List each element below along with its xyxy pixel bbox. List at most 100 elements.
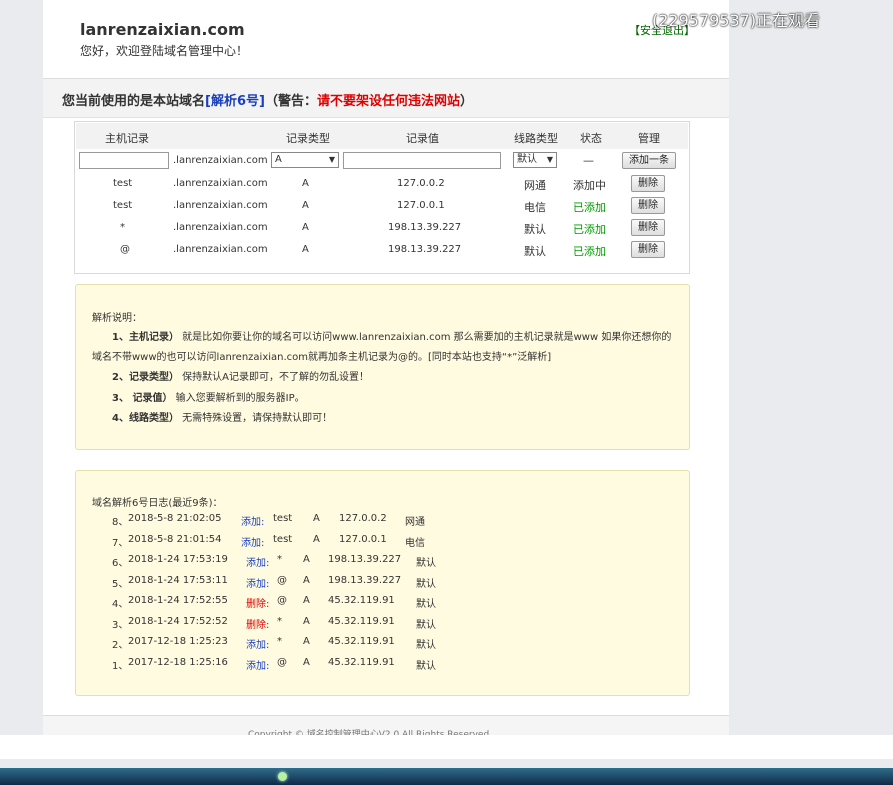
log-action: 添加: xyxy=(241,537,265,549)
log-index: 1、 xyxy=(112,660,129,672)
log-type: A xyxy=(303,636,310,647)
value-input[interactable] xyxy=(343,152,501,169)
header-manage: 管理 xyxy=(638,132,660,145)
help-item-1-cont: 域名不带www的也可以访问lanrenzaixian.com就再加条主机记录为@… xyxy=(92,352,552,363)
warning-open: （警告： xyxy=(264,94,317,109)
delete-button[interactable]: 删除 xyxy=(631,241,665,258)
delete-button[interactable]: 删除 xyxy=(631,219,665,236)
record-status: 已添加 xyxy=(573,223,606,236)
record-line: 电信 xyxy=(524,201,546,214)
record-host: @ xyxy=(120,244,130,255)
log-time: 2018-1-24 17:53:11 xyxy=(128,574,228,586)
help-title: 解析说明： xyxy=(92,313,142,324)
log-line: 网通 xyxy=(405,517,425,528)
log-type: A xyxy=(313,513,320,524)
log-time: 2017-12-18 1:25:23 xyxy=(128,636,228,647)
log-type: A xyxy=(313,533,320,545)
log-line: 默认 xyxy=(416,578,436,590)
log-index: 6、 xyxy=(112,558,129,569)
log-title: 域名解析6号日志(最近9条)： xyxy=(92,498,223,509)
log-line: 默认 xyxy=(416,619,436,631)
log-line: 默认 xyxy=(416,599,436,610)
header-value: 记录值 xyxy=(406,132,439,145)
delete-button[interactable]: 删除 xyxy=(631,197,665,214)
log-index: 3、 xyxy=(112,619,129,631)
log-line: 电信 xyxy=(405,537,425,549)
log-index: 7、 xyxy=(112,537,129,549)
help-item-1-label: 1、主机记录） xyxy=(112,332,179,343)
delete-button[interactable]: 删除 xyxy=(631,175,665,192)
log-action: 添加: xyxy=(246,660,270,672)
log-host: @ xyxy=(277,656,287,668)
help-item-4: 4、线路类型） 无需特殊设置，请保持默认即可！ xyxy=(112,409,332,424)
host-input[interactable] xyxy=(79,152,169,169)
log-host: @ xyxy=(277,574,287,586)
log-value: 127.0.0.1 xyxy=(339,533,387,545)
log-entry: 8、 2018-5-8 21:02:05 添加: test A 127.0.0.2 网通 xyxy=(76,513,689,529)
log-time: 2017-12-18 1:25:16 xyxy=(128,656,228,668)
record-line: 网通 xyxy=(524,179,546,192)
log-line: 默认 xyxy=(416,660,436,672)
type-select[interactable]: A ▼ xyxy=(271,152,339,168)
record-value: 127.0.0.1 xyxy=(397,200,445,211)
record-status: 已添加 xyxy=(573,201,606,214)
help-item-1-text: 就是比如你要让你的域名可以访问www.lanrenzaixian.com 那么需… xyxy=(182,332,672,343)
add-record-button[interactable]: 添加一条 xyxy=(622,152,676,169)
log-host: * xyxy=(277,615,282,627)
header: lanrenzaixian.com 您好，欢迎登陆域名管理中心！ 【安全退出】 xyxy=(43,0,729,79)
header-status: 状态 xyxy=(580,132,602,145)
log-index: 2、 xyxy=(112,640,129,651)
log-entry: 5、 2018-1-24 17:53:11 添加: @ A 198.13.39.227 默认 xyxy=(76,575,689,591)
log-type: A xyxy=(303,615,310,627)
record-line: 默认 xyxy=(524,223,546,236)
domain-notice: 您当前使用的是本站域名[解析6号]（警告：请不要架设任何违法网站） xyxy=(62,90,473,109)
help-item-3: 3、 记录值） 输入您要解析到的服务器IP。 xyxy=(112,389,305,404)
log-value: 45.32.119.91 xyxy=(328,595,395,606)
form-suffix: .lanrenzaixian.com xyxy=(173,155,268,166)
log-time: 2018-1-24 17:52:52 xyxy=(128,615,228,627)
help-item-4-label: 4、线路类型） xyxy=(112,413,179,424)
record-type: A xyxy=(302,222,309,233)
help-panel: 解析说明： 1、主机记录） 就是比如你要让你的域名可以访问www.lanrenz… xyxy=(75,284,690,450)
log-time: 2018-5-8 21:02:05 xyxy=(128,513,222,524)
log-value: 45.32.119.91 xyxy=(328,615,395,627)
log-host: * xyxy=(277,554,282,565)
help-item-2: 2、记录类型） 保持默认A记录即可，不了解的勿乱设置！ xyxy=(112,368,369,383)
log-entry: 4、 2018-1-24 17:52:55 删除: @ A 45.32.119.91 默认 xyxy=(76,595,689,611)
warning-text: 请不要架设任何违法网站 xyxy=(316,94,460,109)
log-host: @ xyxy=(277,595,287,606)
record-type: A xyxy=(302,244,309,255)
log-action: 添加: xyxy=(241,517,265,528)
type-selected: A xyxy=(275,154,282,165)
log-action: 删除: xyxy=(246,619,270,631)
log-time: 2018-1-24 17:53:19 xyxy=(128,554,228,565)
line-select[interactable]: 默认 ▼ xyxy=(513,152,557,168)
welcome-text: 您好，欢迎登陆域名管理中心！ xyxy=(80,44,249,58)
window-edge xyxy=(0,735,893,759)
log-time: 2018-5-8 21:01:54 xyxy=(128,533,222,545)
log-action: 删除: xyxy=(246,599,270,610)
log-host: * xyxy=(277,636,282,647)
taskbar xyxy=(0,768,893,785)
log-type: A xyxy=(303,574,310,586)
log-action: 添加: xyxy=(246,578,270,590)
log-panel: 域名解析6号日志(最近9条)： 8、 2018-5-8 21:02:05 添加: te… xyxy=(75,470,690,696)
log-line: 默认 xyxy=(416,558,436,569)
record-type: A xyxy=(302,178,309,189)
log-index: 5、 xyxy=(112,578,129,590)
log-entry: 3、 2018-1-24 17:52:52 删除: * A 45.32.119.91 默认 xyxy=(76,616,689,632)
log-type: A xyxy=(303,554,310,565)
log-entry: 2、 2017-12-18 1:25:23 添加: * A 45.32.119.91 默认 xyxy=(76,636,689,652)
notice-prefix: 您当前使用的是本站域名 xyxy=(62,94,206,109)
page-container: lanrenzaixian.com 您好，欢迎登陆域名管理中心！ 【安全退出】 … xyxy=(43,0,729,735)
log-action: 添加: xyxy=(246,640,270,651)
log-value: 45.32.119.91 xyxy=(328,656,395,668)
record-value: 198.13.39.227 xyxy=(388,222,462,233)
help-item-4-text: 无需特殊设置，请保持默认即可！ xyxy=(182,413,333,424)
header-line: 线路类型 xyxy=(514,132,558,145)
log-type: A xyxy=(303,595,310,606)
log-host: test xyxy=(273,513,293,524)
help-item-3-label: 3、 记录值） xyxy=(112,393,173,404)
viewer-overlay: (229579537)正在观看 xyxy=(652,11,821,30)
help-item-3-text: 输入您要解析到的服务器IP。 xyxy=(175,393,305,404)
